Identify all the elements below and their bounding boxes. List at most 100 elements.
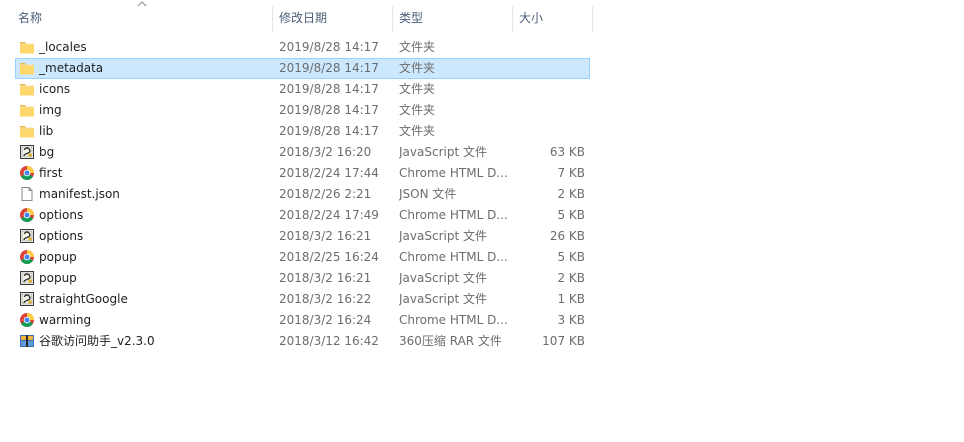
file-row[interactable]: straightGoogle 2018/3/2 16:22 JavaScript 文… xyxy=(0,289,600,310)
file-name: options xyxy=(39,229,84,243)
file-name: 谷歌访问助手_v2.3.0 xyxy=(39,334,155,348)
column-header-size-label: 大小 xyxy=(519,11,544,25)
file-row[interactable]: popup 2018/3/2 16:21 JavaScript 文件 2 KB xyxy=(0,268,600,289)
file-modified-date: 2019/8/28 14:17 xyxy=(279,82,379,96)
file-name: icons xyxy=(39,82,71,96)
file-size: 3 KB xyxy=(557,313,585,327)
rar-archive-icon xyxy=(19,333,35,349)
file-type: JSON 文件 xyxy=(399,187,457,201)
file-modified-date: 2018/3/2 16:21 xyxy=(279,271,372,285)
javascript-file-icon xyxy=(19,291,35,307)
file-size: 26 KB xyxy=(549,229,585,243)
file-type: 文件夹 xyxy=(399,82,436,96)
file-row[interactable]: img 2019/8/28 14:17 文件夹 xyxy=(0,100,600,121)
file-modified-date: 2019/8/28 14:17 xyxy=(279,124,379,138)
file-type: Chrome HTML D... xyxy=(399,250,508,264)
file-name: bg xyxy=(39,145,55,159)
file-row[interactable]: popup 2018/2/25 16:24 Chrome HTML D... 5 KB xyxy=(0,247,600,268)
javascript-file-icon xyxy=(19,228,35,244)
folder-icon xyxy=(19,81,35,97)
file-size xyxy=(513,121,585,142)
file-row[interactable]: options 2018/2/24 17:49 Chrome HTML D... 5 … xyxy=(0,205,600,226)
file-size: 63 KB xyxy=(549,145,585,159)
file-size xyxy=(513,37,585,58)
file-type: JavaScript 文件 xyxy=(399,145,487,159)
column-header-date[interactable]: 修改日期 xyxy=(273,6,393,32)
file-name: options xyxy=(39,208,84,222)
file-modified-date: 2018/2/25 16:24 xyxy=(279,250,379,264)
file-size xyxy=(513,58,585,79)
javascript-file-icon xyxy=(19,144,35,160)
chrome-html-icon xyxy=(19,207,35,223)
column-header-bar: 名称 修改日期 类型 大小 xyxy=(0,6,593,32)
javascript-file-icon xyxy=(19,270,35,286)
file-modified-date: 2018/3/2 16:22 xyxy=(279,292,372,306)
file-row[interactable]: lib 2019/8/28 14:17 文件夹 xyxy=(0,121,600,142)
file-row[interactable]: 谷歌访问助手_v2.3.0 2018/3/12 16:42 360压缩 RAR 文件… xyxy=(0,331,600,352)
file-type: 文件夹 xyxy=(399,40,436,54)
column-header-type[interactable]: 类型 xyxy=(393,6,513,32)
file-row[interactable]: icons 2019/8/28 14:17 文件夹 xyxy=(0,79,600,100)
file-name: straightGoogle xyxy=(39,292,128,306)
column-header-size[interactable]: 大小 xyxy=(513,6,593,32)
file-modified-date: 2019/8/28 14:17 xyxy=(279,103,379,117)
file-type: Chrome HTML D... xyxy=(399,313,508,327)
column-header-date-label: 修改日期 xyxy=(279,11,328,25)
folder-icon xyxy=(19,60,35,76)
file-size: 7 KB xyxy=(557,166,585,180)
file-row[interactable]: _metadata 2019/8/28 14:17 文件夹 xyxy=(0,58,600,79)
file-modified-date: 2018/3/2 16:24 xyxy=(279,313,372,327)
file-row[interactable]: bg 2018/3/2 16:20 JavaScript 文件 63 KB xyxy=(0,142,600,163)
file-modified-date: 2018/3/2 16:20 xyxy=(279,145,372,159)
file-size: 5 KB xyxy=(557,208,585,222)
file-type: JavaScript 文件 xyxy=(399,229,487,243)
file-name: manifest.json xyxy=(39,187,120,201)
file-list: _locales 2019/8/28 14:17 文件夹 _metadata 2019/… xyxy=(0,37,600,352)
file-row[interactable]: _locales 2019/8/28 14:17 文件夹 xyxy=(0,37,600,58)
file-modified-date: 2018/2/26 2:21 xyxy=(279,187,372,201)
file-modified-date: 2018/2/24 17:44 xyxy=(279,166,379,180)
file-size: 5 KB xyxy=(557,250,585,264)
file-row[interactable]: warming 2018/3/2 16:24 Chrome HTML D... 3 K… xyxy=(0,310,600,331)
file-type: Chrome HTML D... xyxy=(399,166,508,180)
file-list-pane: 名称 修改日期 类型 大小 _locales 2019/8/28 14:17 文件夹… xyxy=(0,0,964,442)
file-size: 1 KB xyxy=(557,292,585,306)
file-row[interactable]: options 2018/3/2 16:21 JavaScript 文件 26 KB xyxy=(0,226,600,247)
chrome-html-icon xyxy=(19,312,35,328)
file-type: Chrome HTML D... xyxy=(399,208,508,222)
file-modified-date: 2018/3/12 16:42 xyxy=(279,334,379,348)
chrome-html-icon xyxy=(19,249,35,265)
column-header-type-label: 类型 xyxy=(399,11,424,25)
file-size xyxy=(513,79,585,100)
file-name: lib xyxy=(39,124,54,138)
file-size xyxy=(513,100,585,121)
file-size: 2 KB xyxy=(557,271,585,285)
chrome-html-icon xyxy=(19,165,35,181)
file-row[interactable]: manifest.json 2018/2/26 2:21 JSON 文件 2 KB xyxy=(0,184,600,205)
file-name: first xyxy=(39,166,63,180)
file-type: 文件夹 xyxy=(399,61,436,75)
file-name: _metadata xyxy=(39,61,104,75)
file-size: 2 KB xyxy=(557,187,585,201)
column-header-name[interactable]: 名称 xyxy=(0,6,273,32)
file-name: img xyxy=(39,103,62,117)
file-name: popup xyxy=(39,250,77,264)
json-file-icon xyxy=(19,186,35,202)
file-type: 文件夹 xyxy=(399,103,436,117)
file-name: popup xyxy=(39,271,77,285)
file-type: JavaScript 文件 xyxy=(399,292,487,306)
file-row[interactable]: first 2018/2/24 17:44 Chrome HTML D... 7 KB xyxy=(0,163,600,184)
column-divider[interactable] xyxy=(592,6,593,32)
file-type: 文件夹 xyxy=(399,124,436,138)
file-size: 107 KB xyxy=(542,334,585,348)
folder-icon xyxy=(19,123,35,139)
file-modified-date: 2019/8/28 14:17 xyxy=(279,40,379,54)
folder-icon xyxy=(19,102,35,118)
column-header-name-label: 名称 xyxy=(18,11,43,25)
file-name: warming xyxy=(39,313,92,327)
file-name: _locales xyxy=(39,40,87,54)
file-type: 360压缩 RAR 文件 xyxy=(399,334,502,348)
folder-icon xyxy=(19,39,35,55)
file-modified-date: 2019/8/28 14:17 xyxy=(279,61,379,75)
file-modified-date: 2018/2/24 17:49 xyxy=(279,208,379,222)
